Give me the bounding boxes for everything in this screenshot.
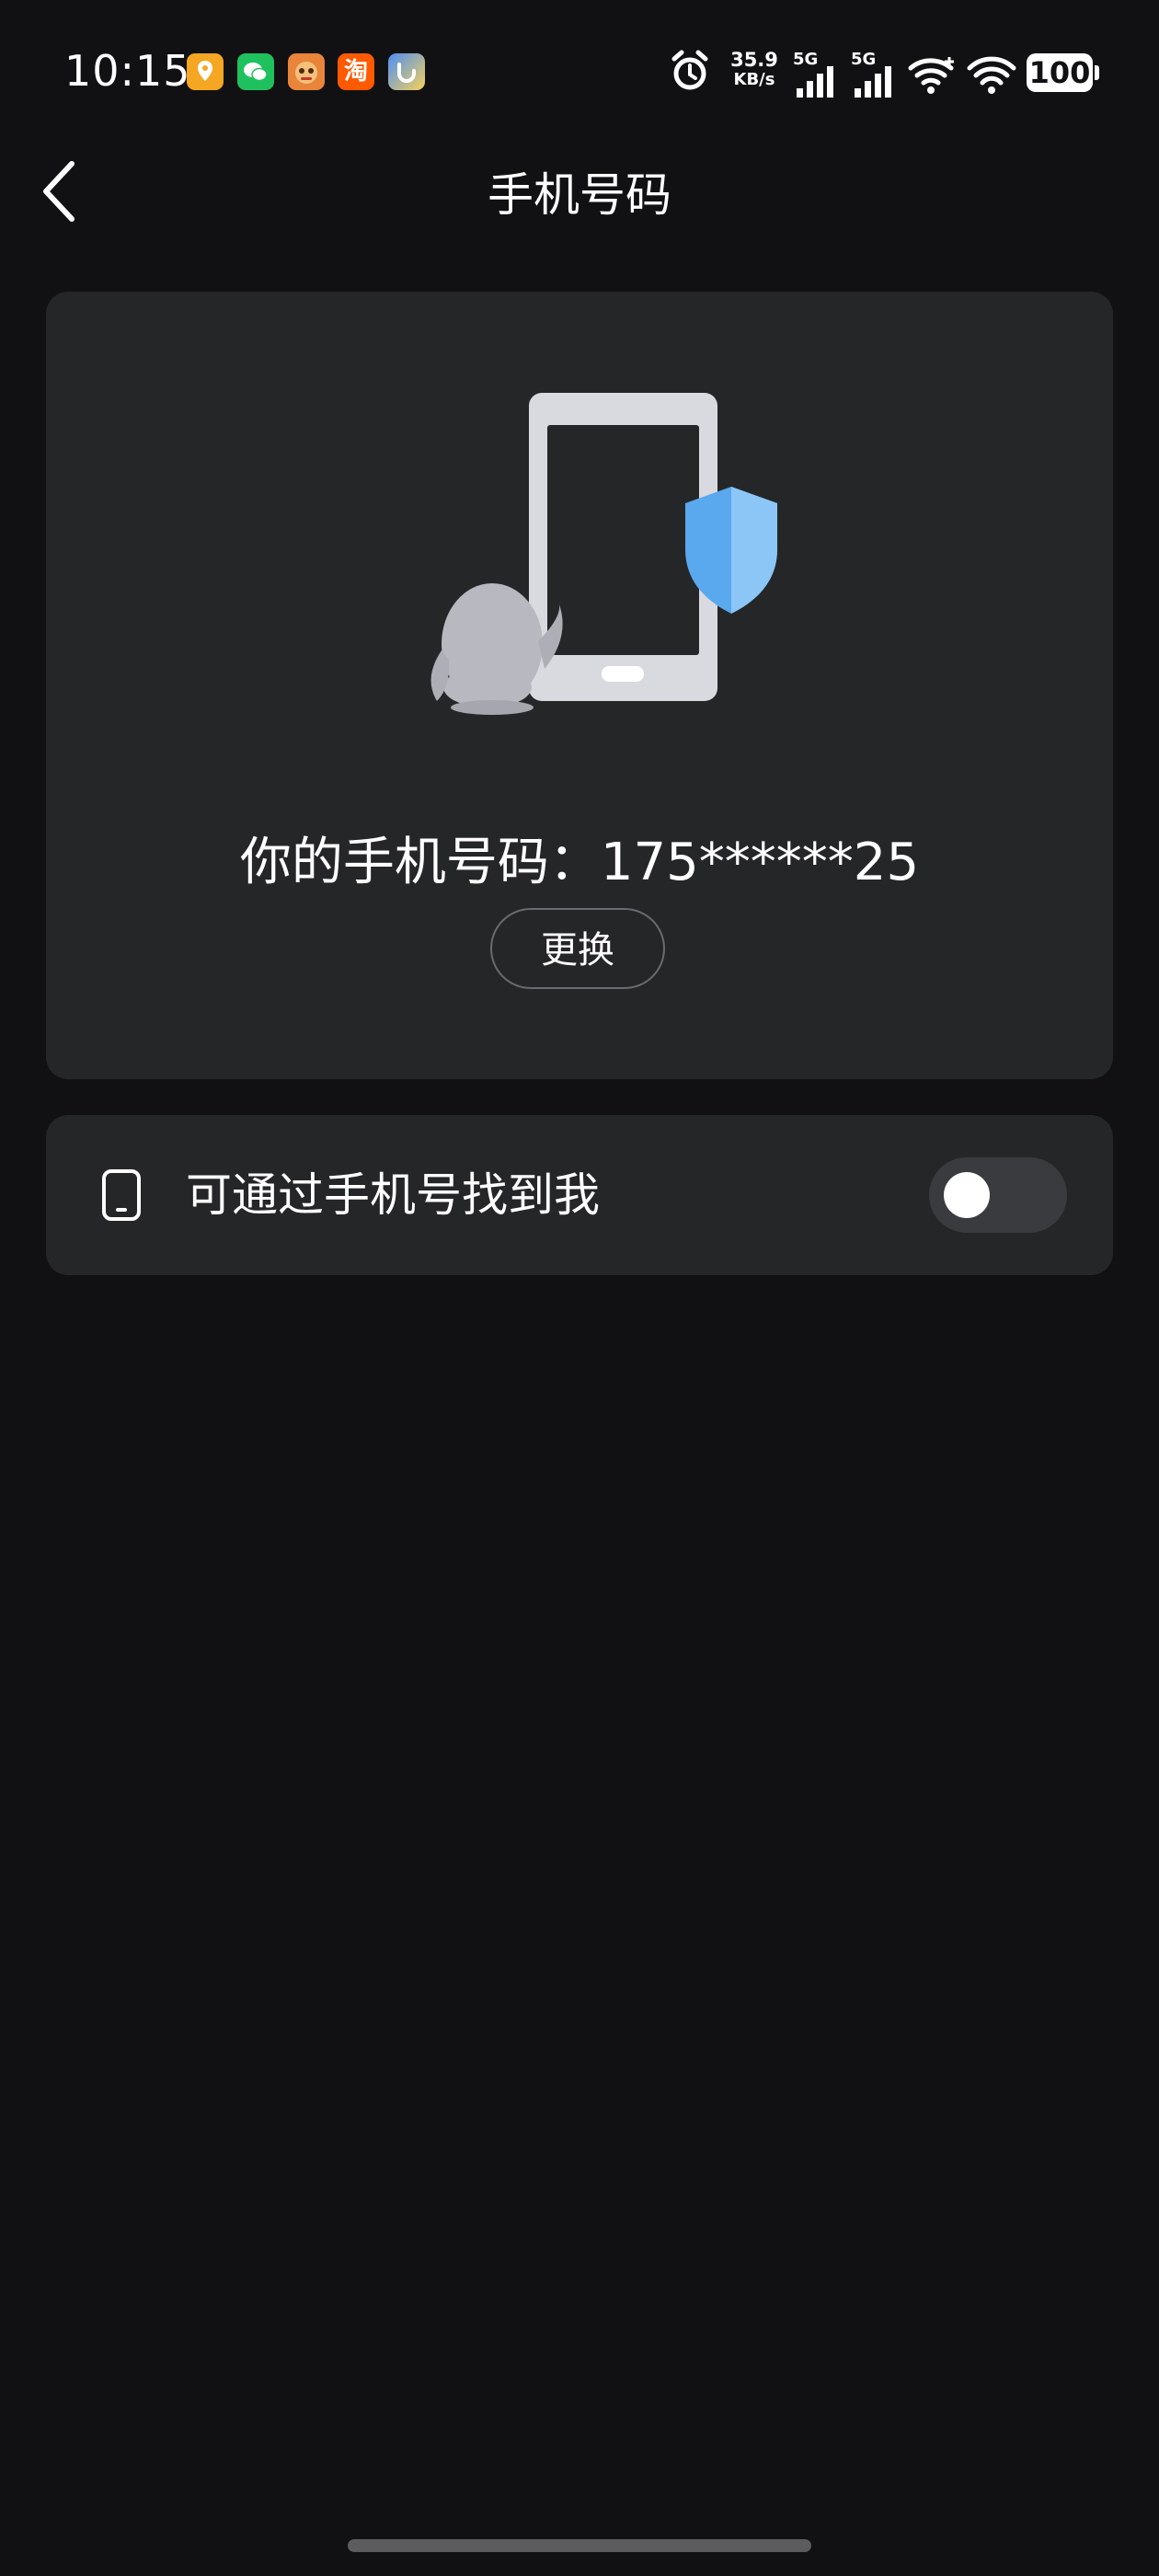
- home-indicator[interactable]: [348, 2539, 811, 2552]
- net-speed-unit: KB/s: [733, 70, 775, 89]
- taobao-icon: 淘: [338, 53, 374, 90]
- taobao-glyph: 淘: [343, 58, 368, 86]
- toggle-knob: [944, 1172, 990, 1218]
- battery-indicator: 100: [1027, 53, 1093, 92]
- find-by-phone-toggle[interactable]: [929, 1157, 1067, 1233]
- status-bar: 10:15 淘 35.9 KB/s 5G 5G 100: [0, 0, 1159, 147]
- wechat-icon: [237, 53, 274, 90]
- map-app-icon: [187, 53, 224, 90]
- browser-app-icon: [388, 53, 425, 90]
- phone-info-card: 你的手机号码：175******25 更换: [46, 292, 1113, 1079]
- wifi-icon: [908, 57, 954, 94]
- phone-security-illustration: [430, 393, 777, 715]
- net-speed: 35.9 KB/s: [727, 50, 782, 90]
- phone-number-text: 你的手机号码：175******25: [239, 833, 920, 892]
- alarm-icon: [671, 50, 708, 90]
- battery-tip: [1095, 65, 1099, 80]
- change-number-button[interactable]: 更换: [490, 908, 665, 989]
- mobile-phone-icon: [102, 1169, 141, 1221]
- signal-2-icon: [855, 66, 891, 98]
- page-title: 手机号码: [488, 168, 671, 222]
- find-by-phone-setting-row[interactable]: 可通过手机号找到我: [46, 1115, 1113, 1275]
- game-app-icon: [288, 53, 325, 90]
- wifi-2-icon: [967, 56, 1016, 94]
- net-speed-value: 35.9: [730, 49, 778, 71]
- status-time: 10:15: [64, 46, 191, 96]
- signal-1-icon: [797, 66, 833, 98]
- find-by-phone-label: 可通过手机号找到我: [186, 1168, 600, 1222]
